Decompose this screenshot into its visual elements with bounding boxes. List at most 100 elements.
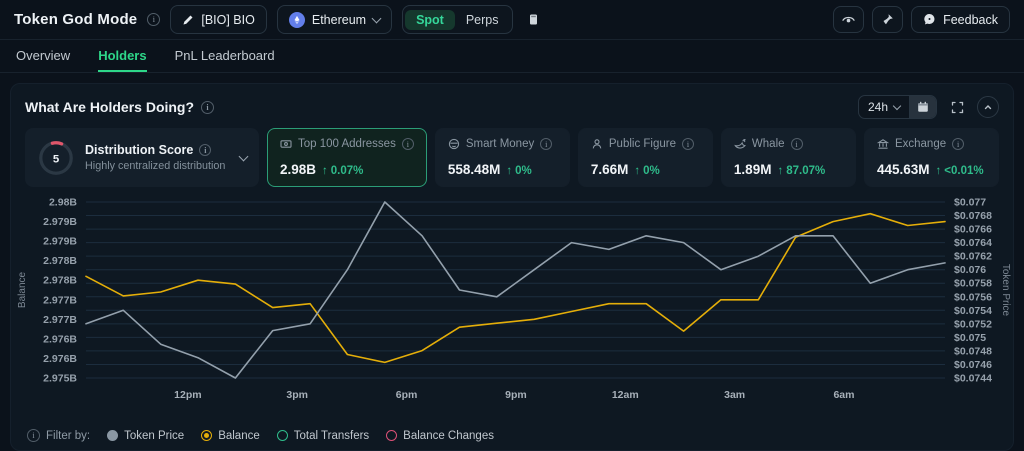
token-select-button[interactable]: [BIO] BIO: [170, 5, 267, 34]
balance-radio-icon: [201, 430, 212, 441]
svg-text:9pm: 9pm: [505, 389, 527, 401]
svg-text:2.976B: 2.976B: [43, 333, 77, 345]
card-change: 0%: [506, 165, 531, 177]
svg-text:$0.0754: $0.0754: [954, 305, 992, 317]
total-transfers-radio-icon: [277, 430, 288, 441]
card-label: Public Figure: [609, 138, 676, 150]
distribution-score-title: Distribution Score: [85, 143, 225, 157]
ethereum-icon: [289, 12, 305, 28]
tab-pnl-leaderboard[interactable]: PnL Leaderboard: [175, 40, 275, 72]
legend-balance-changes[interactable]: Balance Changes: [386, 430, 494, 442]
up-arrow-icon: [322, 165, 328, 177]
smart-money-icon: [448, 138, 460, 150]
timeframe-group: 24h: [858, 95, 937, 119]
fullscreen-button[interactable]: [946, 96, 968, 118]
watch-eye-button[interactable]: [833, 6, 864, 33]
legend-token-price[interactable]: Token Price: [107, 430, 184, 442]
svg-text:$0.0764: $0.0764: [954, 237, 992, 249]
info-icon: [27, 429, 40, 442]
panel-header: What Are Holders Doing? 24h: [11, 93, 1013, 128]
exchange-bank-icon: [877, 138, 889, 150]
chain-label: Ethereum: [312, 13, 366, 27]
card-whale[interactable]: Whale 1.89M 87.07%: [721, 128, 856, 187]
svg-text:2.975B: 2.975B: [43, 373, 77, 385]
svg-text:2.979B: 2.979B: [43, 216, 77, 228]
up-arrow-icon: [777, 165, 783, 177]
card-change: <0.01%: [936, 165, 984, 177]
card-value: 1.89M: [734, 162, 772, 177]
card-value: 2.98B: [280, 162, 316, 177]
chevron-down-icon[interactable]: [239, 151, 249, 161]
svg-text:Balance: Balance: [17, 271, 28, 308]
card-label: Exchange: [895, 138, 946, 150]
card-smart-money[interactable]: Smart Money 558.48M 0%: [435, 128, 570, 187]
collapse-button[interactable]: [977, 96, 999, 118]
spot-tab[interactable]: Spot: [405, 10, 455, 30]
calendar-icon: [917, 101, 929, 113]
svg-text:$0.0758: $0.0758: [954, 278, 992, 290]
feedback-button[interactable]: Feedback: [911, 6, 1010, 33]
tab-holders[interactable]: Holders: [98, 40, 146, 72]
section-tabs: Overview Holders PnL Leaderboard: [0, 40, 1024, 73]
distribution-score-subtitle: Highly centralized distribution: [85, 160, 225, 172]
panel-controls: 24h: [858, 95, 999, 119]
copy-icon[interactable]: [523, 9, 545, 31]
chain-dropdown[interactable]: Ethereum: [277, 5, 392, 34]
svg-text:$0.0768: $0.0768: [954, 210, 992, 222]
svg-text:$0.0744: $0.0744: [954, 373, 992, 385]
svg-text:2.978B: 2.978B: [43, 255, 77, 267]
chart-area: $0.077$0.0768$0.0766$0.0764$0.0762$0.076…: [11, 187, 1013, 414]
svg-text:$0.0746: $0.0746: [954, 359, 992, 371]
svg-text:12am: 12am: [612, 389, 639, 401]
svg-text:$0.0762: $0.0762: [954, 251, 992, 263]
legend-total-transfers[interactable]: Total Transfers: [277, 430, 369, 442]
token-price-dot-icon: [107, 430, 118, 441]
calendar-button[interactable]: [909, 96, 936, 118]
svg-text:3am: 3am: [724, 389, 745, 401]
card-label: Smart Money: [466, 138, 534, 150]
distribution-score-text: Distribution Score Highly centralized di…: [85, 143, 225, 172]
distribution-score-card[interactable]: 5 Distribution Score Highly centralized …: [25, 128, 259, 187]
token-label: [BIO] BIO: [201, 13, 255, 27]
top-header: Token God Mode [BIO] BIO Ethereum Spot P…: [0, 0, 1024, 40]
info-icon: [147, 13, 160, 26]
up-arrow-icon: [634, 165, 640, 177]
page-title: Token God Mode: [14, 11, 137, 28]
tab-overview[interactable]: Overview: [16, 40, 70, 72]
filter-bar: Filter by: Token Price Balance Total Tra…: [11, 421, 1013, 450]
pencil-icon: [182, 14, 194, 26]
banknote-icon: [280, 138, 292, 150]
up-arrow-icon: [506, 165, 512, 177]
svg-text:Token Price: Token Price: [1000, 264, 1011, 317]
svg-text:$0.077: $0.077: [954, 197, 986, 209]
info-icon: [682, 138, 694, 150]
token-god-mode-page: Token God Mode [BIO] BIO Ethereum Spot P…: [0, 0, 1024, 451]
info-icon: [199, 144, 211, 156]
svg-text:6am: 6am: [833, 389, 854, 401]
pin-button[interactable]: [872, 6, 903, 33]
info-icon: [791, 138, 803, 150]
svg-text:2.977B: 2.977B: [43, 294, 77, 306]
svg-text:$0.0756: $0.0756: [954, 291, 992, 303]
card-label: Whale: [752, 138, 785, 150]
card-public-figure[interactable]: Public Figure 7.66M 0%: [578, 128, 713, 187]
perps-tab[interactable]: Perps: [455, 10, 510, 30]
info-icon: [952, 138, 964, 150]
card-value: 558.48M: [448, 162, 501, 177]
holders-panel: What Are Holders Doing? 24h: [10, 83, 1014, 451]
svg-text:$0.076: $0.076: [954, 264, 986, 276]
card-exchange[interactable]: Exchange 445.63M <0.01%: [864, 128, 999, 187]
svg-text:2.979B: 2.979B: [43, 236, 77, 248]
holders-balance-price-chart[interactable]: $0.077$0.0768$0.0766$0.0764$0.0762$0.076…: [11, 191, 1013, 409]
distribution-score-gauge: 5: [37, 139, 75, 177]
up-arrow-icon: [936, 165, 942, 177]
svg-text:2.976B: 2.976B: [43, 353, 77, 365]
timeframe-dropdown[interactable]: 24h: [859, 96, 909, 118]
header-actions: Feedback: [833, 6, 1010, 33]
legend-balance[interactable]: Balance: [201, 430, 260, 442]
svg-text:$0.0748: $0.0748: [954, 345, 992, 357]
card-change: 87.07%: [777, 165, 825, 177]
svg-text:2.98B: 2.98B: [49, 197, 77, 209]
card-value: 7.66M: [591, 162, 629, 177]
card-top-100-addresses[interactable]: Top 100 Addresses 2.98B 0.07%: [267, 128, 427, 187]
